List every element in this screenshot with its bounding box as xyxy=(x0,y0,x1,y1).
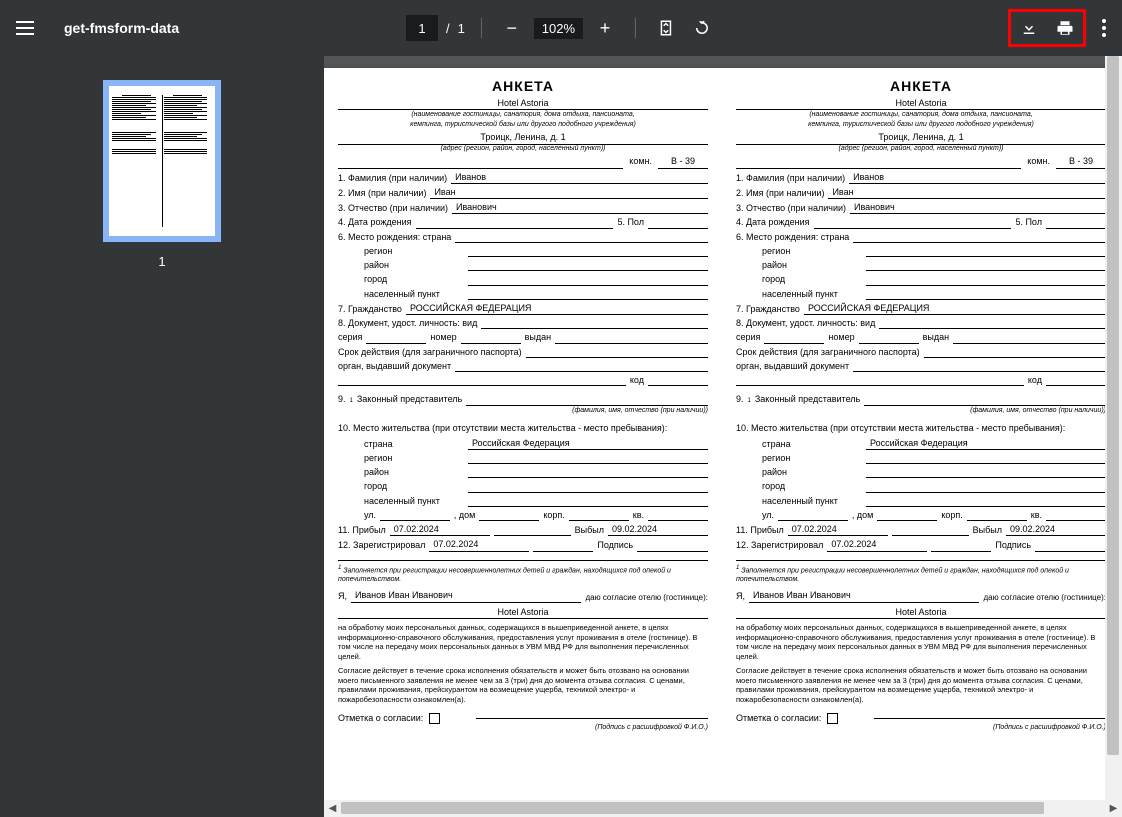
print-button[interactable] xyxy=(1051,14,1079,42)
hscroll-thumb[interactable] xyxy=(341,802,1044,814)
menu-icon[interactable] xyxy=(16,16,40,40)
field-7-label: 7. Гражданство xyxy=(338,304,402,315)
ya-tail: даю согласие отелю (гостинице): xyxy=(585,593,708,603)
consent-p2: Согласие действует в течение срока испол… xyxy=(338,666,708,705)
page-total: 1 xyxy=(458,21,465,36)
sign-label: Подпись xyxy=(597,540,633,551)
anketa-left: АНКЕТА Hotel Astoria (наименование гости… xyxy=(324,68,722,817)
field-12-label: 12. Зарегистрировал xyxy=(338,540,425,551)
vybyl-label: Выбыл xyxy=(575,525,604,536)
sign-sub: (Подпись с расшифровкой Ф.И.О.) xyxy=(338,724,708,733)
ul-label: ул. xyxy=(364,510,376,521)
toolbar-center: / 1 − 102% + xyxy=(406,14,716,42)
field-9-label: Законный представитель xyxy=(357,394,462,405)
departure-date: 09.02.2024 xyxy=(608,524,708,536)
field-4-value xyxy=(416,218,614,229)
field-5-value xyxy=(648,218,708,229)
document-title: get-fmsform-data xyxy=(64,20,179,36)
form-title: АНКЕТА xyxy=(338,78,708,96)
page-area[interactable]: АНКЕТА Hotel Astoria (наименование гости… xyxy=(324,56,1122,817)
toolbar: get-fmsform-data / 1 − 102% + xyxy=(0,0,1122,56)
field-8-label: 8. Документ, удост. личность: вид xyxy=(338,318,477,329)
kv-label: кв. xyxy=(633,510,644,521)
thumbnail-number: 1 xyxy=(158,254,165,269)
toolbar-right xyxy=(1008,9,1106,47)
field-9-sub: (фамилия, имя, отчество (при наличии)) xyxy=(338,407,708,416)
highlight-box xyxy=(1008,9,1086,47)
field-1-label: 1. Фамилия (при наличии) xyxy=(338,173,447,184)
sub-np: населенный пункт xyxy=(364,289,464,300)
zoom-in-button[interactable]: + xyxy=(591,14,619,42)
field-10-label: 10. Место жительства (при отсутствии мес… xyxy=(338,423,667,434)
mark-label: Отметка о согласии: xyxy=(338,713,423,724)
field-2-label: 2. Имя (при наличии) xyxy=(338,188,426,199)
field-4-label: 4. Дата рождения xyxy=(338,217,412,228)
arrival-date: 07.02.2024 xyxy=(390,524,490,536)
sub-gorod: город xyxy=(364,274,464,285)
horizontal-scrollbar[interactable]: ◀ ▶ xyxy=(324,800,1122,817)
thumbnail-sidebar: 1 xyxy=(0,56,324,817)
organ-label: орган, выдавший документ xyxy=(338,361,451,372)
field-5-label: 5. Пол xyxy=(617,217,644,228)
room-value: В - 39 xyxy=(658,156,708,168)
country-value: Российская Федерация xyxy=(468,438,708,450)
field-9-sup: 1 xyxy=(350,398,353,406)
hotel-sub2: кемпинга, туристической базы или другого… xyxy=(338,121,708,130)
rotate-button[interactable] xyxy=(688,14,716,42)
dom-label: , дом xyxy=(454,510,475,521)
consent-checkbox xyxy=(429,713,440,724)
sub-region: регион xyxy=(364,246,464,257)
ya-name: Иванов Иван Иванович xyxy=(351,590,581,602)
field-1-value: Иванов xyxy=(451,172,708,184)
kod-label: код xyxy=(630,375,644,386)
consent-p1: на обработку моих персональных данных, с… xyxy=(338,623,708,662)
vscroll-thumb[interactable] xyxy=(1107,56,1119,755)
download-button[interactable] xyxy=(1015,14,1043,42)
vydan-label: выдан xyxy=(525,332,551,343)
address-sub: (адрес (регион, район, город, населенный… xyxy=(338,145,708,154)
anketa-right: АНКЕТА Hotel Astoria (наименование гости… xyxy=(722,68,1120,817)
page-number-input[interactable] xyxy=(406,15,438,41)
fit-page-button[interactable] xyxy=(652,14,680,42)
field-6-label: 6. Место рождения: страна xyxy=(338,232,451,243)
page-thumbnail[interactable] xyxy=(103,80,221,242)
vertical-scrollbar[interactable] xyxy=(1105,56,1122,800)
pdf-page: АНКЕТА Hotel Astoria (наименование гости… xyxy=(324,68,1120,817)
scroll-right-arrow[interactable]: ▶ xyxy=(1105,800,1122,817)
page-separator: / xyxy=(446,21,450,36)
consent-hotel: Hotel Astoria xyxy=(338,607,708,619)
country-label: страна xyxy=(364,439,464,450)
sign-line xyxy=(476,718,708,719)
zoom-out-button[interactable]: − xyxy=(498,14,526,42)
sub-raion: район xyxy=(364,260,464,271)
hotel-sub: (наименование гостиницы, санатория, дома… xyxy=(338,111,708,120)
footnote-1: Заполняется при регистрации несовершенно… xyxy=(338,567,671,583)
room-label: комн. xyxy=(629,156,652,168)
nomer-label: номер xyxy=(430,332,456,343)
address: Троицк, Ленина, д. 1 xyxy=(338,132,708,144)
srok-label: Срок действия (для заграничного паспорта… xyxy=(338,347,522,358)
korp-label: корп. xyxy=(543,510,564,521)
field-2-value: Иван xyxy=(430,187,708,199)
field-7-value: РОССИЙСКАЯ ФЕДЕРАЦИЯ xyxy=(406,303,708,315)
seria-label: серия xyxy=(338,332,362,343)
zoom-level[interactable]: 102% xyxy=(534,18,583,39)
reg-date: 07.02.2024 xyxy=(429,539,529,551)
field-9-num: 9. xyxy=(338,394,346,405)
more-menu-icon[interactable] xyxy=(1102,19,1106,37)
ya-label: Я, xyxy=(338,591,347,602)
field-11-label: 11. Прибыл xyxy=(338,525,386,536)
field-3-label: 3. Отчество (при наличии) xyxy=(338,203,448,214)
field-6-value xyxy=(455,232,708,243)
hotel-name: Hotel Astoria xyxy=(338,98,708,110)
scroll-left-arrow[interactable]: ◀ xyxy=(324,800,341,817)
field-3-value: Иванович xyxy=(452,202,708,214)
